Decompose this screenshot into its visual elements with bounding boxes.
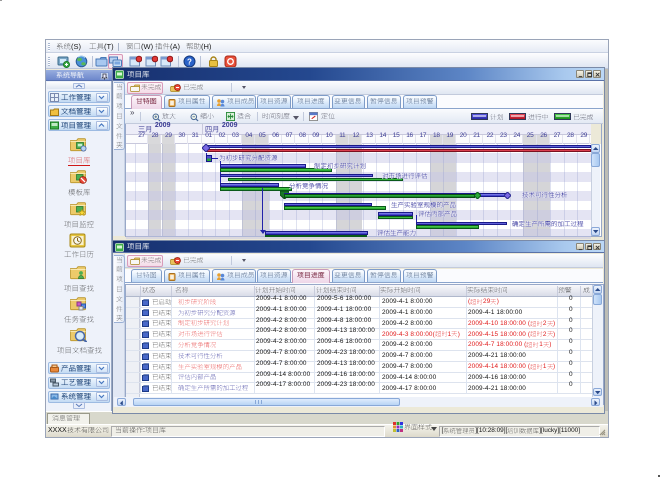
svg-text:?: ? bbox=[187, 58, 192, 67]
